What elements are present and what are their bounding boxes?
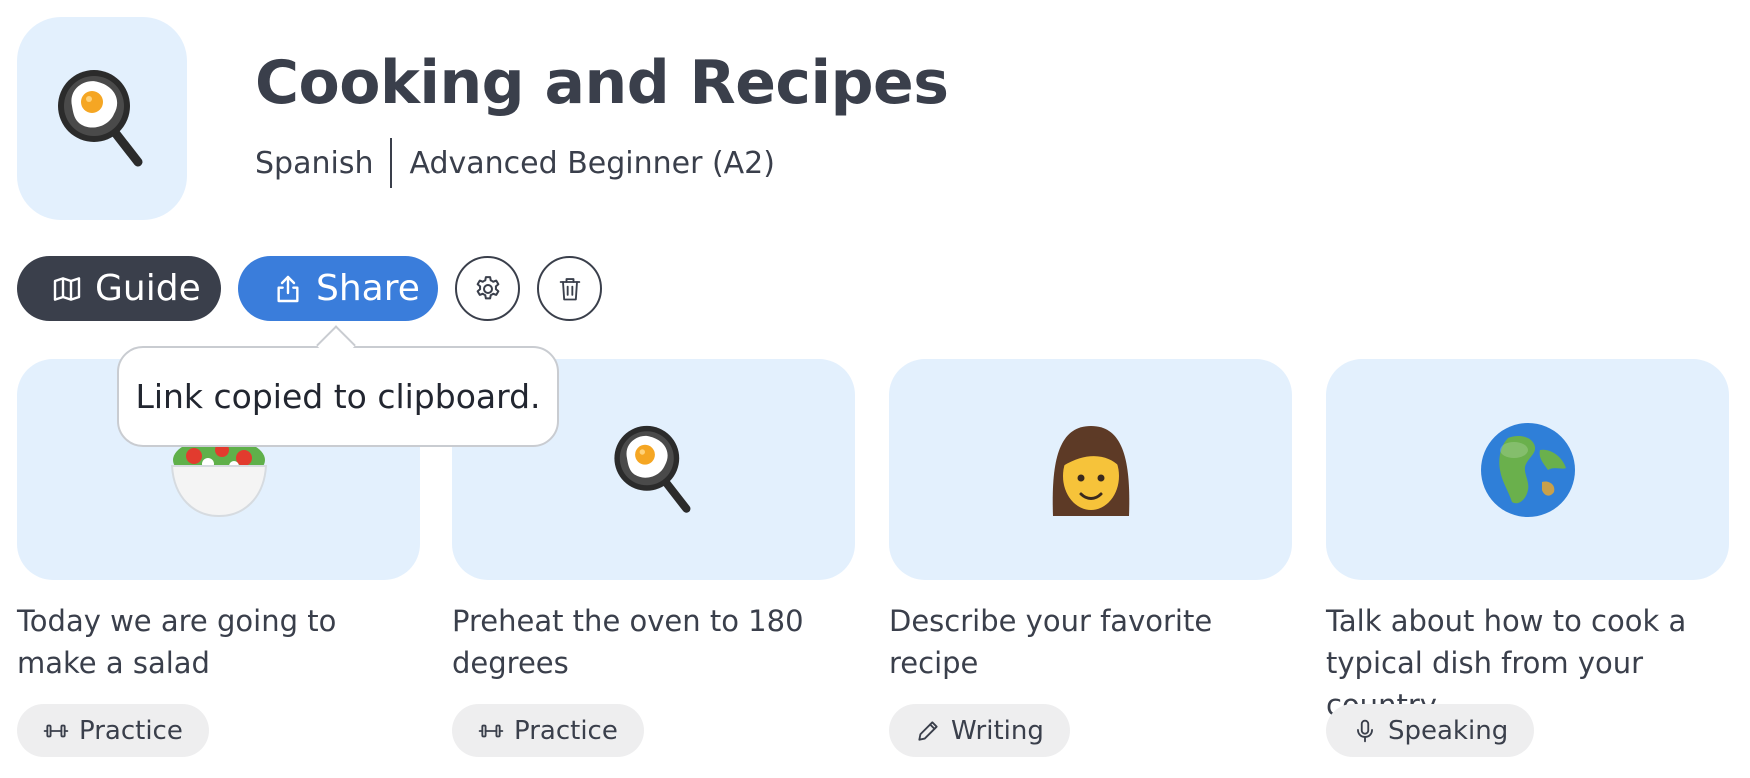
dumbbell-icon	[43, 718, 69, 744]
dumbbell-icon	[478, 718, 504, 744]
guide-button[interactable]: Guide	[17, 256, 221, 321]
lesson-meta: Spanish Advanced Beginner (A2)	[255, 138, 775, 188]
microphone-icon	[1352, 718, 1378, 744]
woman-icon	[1052, 425, 1129, 516]
pencil-icon	[915, 718, 941, 744]
map-icon	[51, 273, 83, 305]
gear-icon	[476, 275, 499, 299]
tag-label: Writing	[951, 715, 1044, 746]
share-button[interactable]: Share	[238, 256, 438, 321]
card-title: Describe your favorite recipe	[889, 604, 1213, 680]
settings-button[interactable]	[455, 256, 520, 321]
card-image-tile	[889, 359, 1292, 580]
tag-label: Speaking	[1388, 715, 1509, 746]
delete-button[interactable]	[537, 256, 602, 321]
practice-tag: Practice	[17, 704, 209, 757]
meta-divider	[390, 138, 393, 188]
writing-tag: Writing	[889, 704, 1070, 757]
lesson-card[interactable]: Talk about how to cook a typical dish fr…	[1326, 359, 1729, 757]
share-button-label: Share	[316, 268, 420, 309]
level-label: Advanced Beginner (A2)	[409, 145, 775, 181]
lesson-page: Cooking and Recipes Spanish Advanced Beg…	[0, 0, 1750, 778]
globe-icon	[1480, 422, 1575, 517]
guide-button-label: Guide	[95, 268, 201, 309]
tooltip-text: Link copied to clipboard.	[135, 377, 541, 416]
topic-icon-tile	[17, 17, 187, 220]
page-title: Cooking and Recipes	[255, 48, 949, 118]
speaking-tag: Speaking	[1326, 704, 1535, 757]
tag-label: Practice	[514, 715, 618, 746]
share-icon	[272, 273, 304, 305]
frying-pan-egg-icon	[613, 425, 690, 513]
card-title: Today we are going to make a salad	[17, 604, 337, 680]
card-title: Preheat the oven to 180 degrees	[452, 604, 804, 680]
language-label: Spanish	[255, 145, 374, 181]
frying-pan-egg-icon	[58, 69, 143, 166]
practice-tag: Practice	[452, 704, 644, 757]
lesson-card[interactable]: Describe your favorite recipe Writing	[889, 359, 1292, 757]
card-title: Talk about how to cook a typical dish fr…	[1326, 604, 1687, 722]
tag-label: Practice	[79, 715, 183, 746]
card-image-tile	[1326, 359, 1729, 580]
trash-icon	[559, 277, 580, 300]
